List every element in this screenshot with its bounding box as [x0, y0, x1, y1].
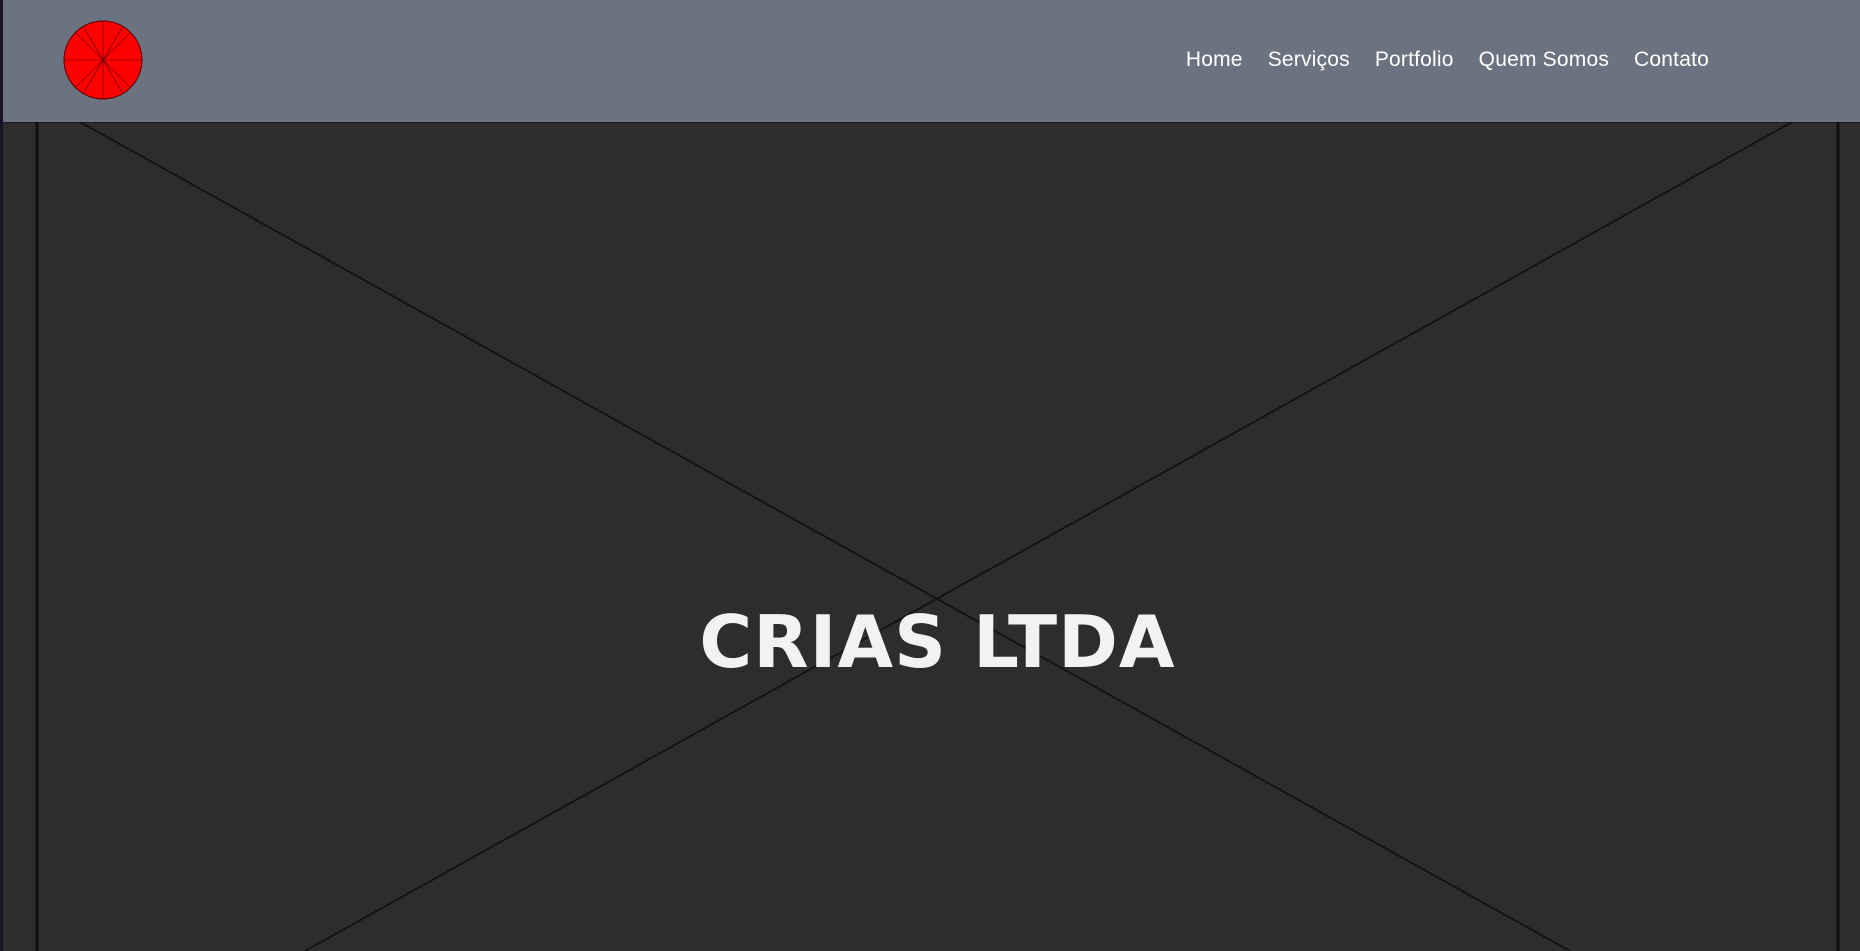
- hero-section: CRIAS LTDA: [0, 122, 1860, 951]
- nav-link-quem-somos[interactable]: Quem Somos: [1479, 47, 1609, 73]
- site-header: Home Serviços Portfolio Quem Somos Conta…: [0, 0, 1860, 122]
- nav-link-servicos[interactable]: Serviços: [1268, 47, 1350, 73]
- page: Home Serviços Portfolio Quem Somos Conta…: [0, 0, 1860, 951]
- red-circle-logo-icon: [63, 20, 143, 100]
- nav-link-contato[interactable]: Contato: [1634, 47, 1709, 73]
- logo[interactable]: [63, 20, 143, 100]
- main-nav: Home Serviços Portfolio Quem Somos Conta…: [1186, 47, 1709, 73]
- hero-title: CRIAS LTDA: [699, 600, 1176, 685]
- nav-link-portfolio[interactable]: Portfolio: [1375, 47, 1454, 73]
- window-left-edge: [0, 0, 3, 951]
- nav-link-home[interactable]: Home: [1186, 47, 1243, 73]
- image-placeholder-cross-icon: [35, 122, 1840, 951]
